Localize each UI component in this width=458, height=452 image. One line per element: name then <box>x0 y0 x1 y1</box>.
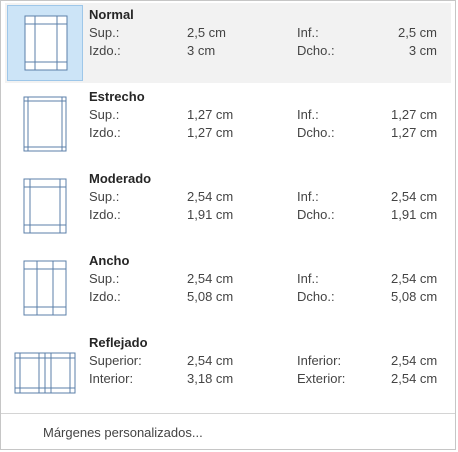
top-margin-value: 2,54 cm <box>187 271 234 286</box>
top-margin-label: Sup.: <box>89 107 120 122</box>
top-margin-label: Sup.: <box>89 271 120 286</box>
bottom-margin-value: 2,54 cm <box>391 189 438 204</box>
margin-preset-normal[interactable]: Normal Sup.: 2,5 cm Inf.: 2,5 cm Izdo.: … <box>5 3 451 83</box>
preset-name: Moderado <box>89 171 152 186</box>
left-margin-value: 1,91 cm <box>187 207 234 222</box>
margin-preset-narrow[interactable]: Estrecho Sup.: 1,27 cm Inf.: 1,27 cm Izd… <box>5 85 451 165</box>
inside-margin-value: 3,18 cm <box>187 371 234 386</box>
margin-preset-wide[interactable]: Ancho Sup.: 2,54 cm Inf.: 2,54 cm Izdo.:… <box>5 249 451 329</box>
right-margin-value: 5,08 cm <box>391 289 438 304</box>
top-margin-value: 2,5 cm <box>187 25 227 40</box>
bottom-margin-value: 2,54 cm <box>391 271 438 286</box>
custom-margins-menu-item[interactable]: Márgenes personalizados... <box>1 415 455 449</box>
preset-name: Ancho <box>89 253 130 268</box>
page-margins-moderate-icon <box>7 169 83 245</box>
right-margin-value: 1,91 cm <box>391 207 438 222</box>
right-margin-label: Dcho.: <box>297 43 335 58</box>
custom-margins-label: Márgenes personalizados... <box>43 425 203 440</box>
bottom-margin-value: 2,5 cm <box>397 25 437 40</box>
top-margin-value: 2,54 cm <box>187 189 234 204</box>
left-margin-value: 1,27 cm <box>187 125 234 140</box>
left-margin-label: Izdo.: <box>89 125 121 140</box>
right-margin-value: 1,27 cm <box>391 125 438 140</box>
page-margins-mirrored-icon <box>7 333 83 409</box>
top-margin-label: Sup.: <box>89 189 120 204</box>
right-margin-label: Dcho.: <box>297 125 335 140</box>
left-margin-label: Izdo.: <box>89 289 121 304</box>
bottom-margin-value: 1,27 cm <box>391 107 438 122</box>
preset-name: Reflejado <box>89 335 148 350</box>
right-margin-label: Dcho.: <box>297 207 335 222</box>
menu-divider <box>1 413 455 414</box>
right-margin-value: 3 cm <box>408 43 437 58</box>
bottom-margin-label: Inf.: <box>297 25 319 40</box>
margin-preset-moderate[interactable]: Moderado Sup.: 2,54 cm Inf.: 2,54 cm Izd… <box>5 167 451 247</box>
page-margins-narrow-icon <box>7 87 83 163</box>
page-margins-normal-icon <box>7 5 83 81</box>
left-margin-label: Izdo.: <box>89 207 121 222</box>
bottom-margin-value: 2,54 cm <box>391 353 438 368</box>
left-margin-value: 5,08 cm <box>187 289 234 304</box>
preset-name: Estrecho <box>89 89 145 104</box>
margin-preset-mirrored[interactable]: Reflejado Superior: 2,54 cm Inferior: 2,… <box>5 331 451 411</box>
top-margin-value: 2,54 cm <box>187 353 234 368</box>
margins-dropdown-menu: Normal Sup.: 2,5 cm Inf.: 2,5 cm Izdo.: … <box>0 0 456 450</box>
bottom-margin-label: Inferior: <box>297 353 342 368</box>
top-margin-label: Sup.: <box>89 25 120 40</box>
left-margin-label: Izdo.: <box>89 43 121 58</box>
outside-margin-value: 2,54 cm <box>391 371 438 386</box>
right-margin-label: Dcho.: <box>297 289 335 304</box>
inside-margin-label: Interior: <box>89 371 134 386</box>
outside-margin-label: Exterior: <box>297 371 346 386</box>
top-margin-label: Superior: <box>89 353 142 368</box>
bottom-margin-label: Inf.: <box>297 189 319 204</box>
bottom-margin-label: Inf.: <box>297 271 319 286</box>
top-margin-value: 1,27 cm <box>187 107 234 122</box>
preset-name: Normal <box>89 7 134 22</box>
bottom-margin-label: Inf.: <box>297 107 319 122</box>
left-margin-value: 3 cm <box>187 43 216 58</box>
page-margins-wide-icon <box>7 251 83 327</box>
